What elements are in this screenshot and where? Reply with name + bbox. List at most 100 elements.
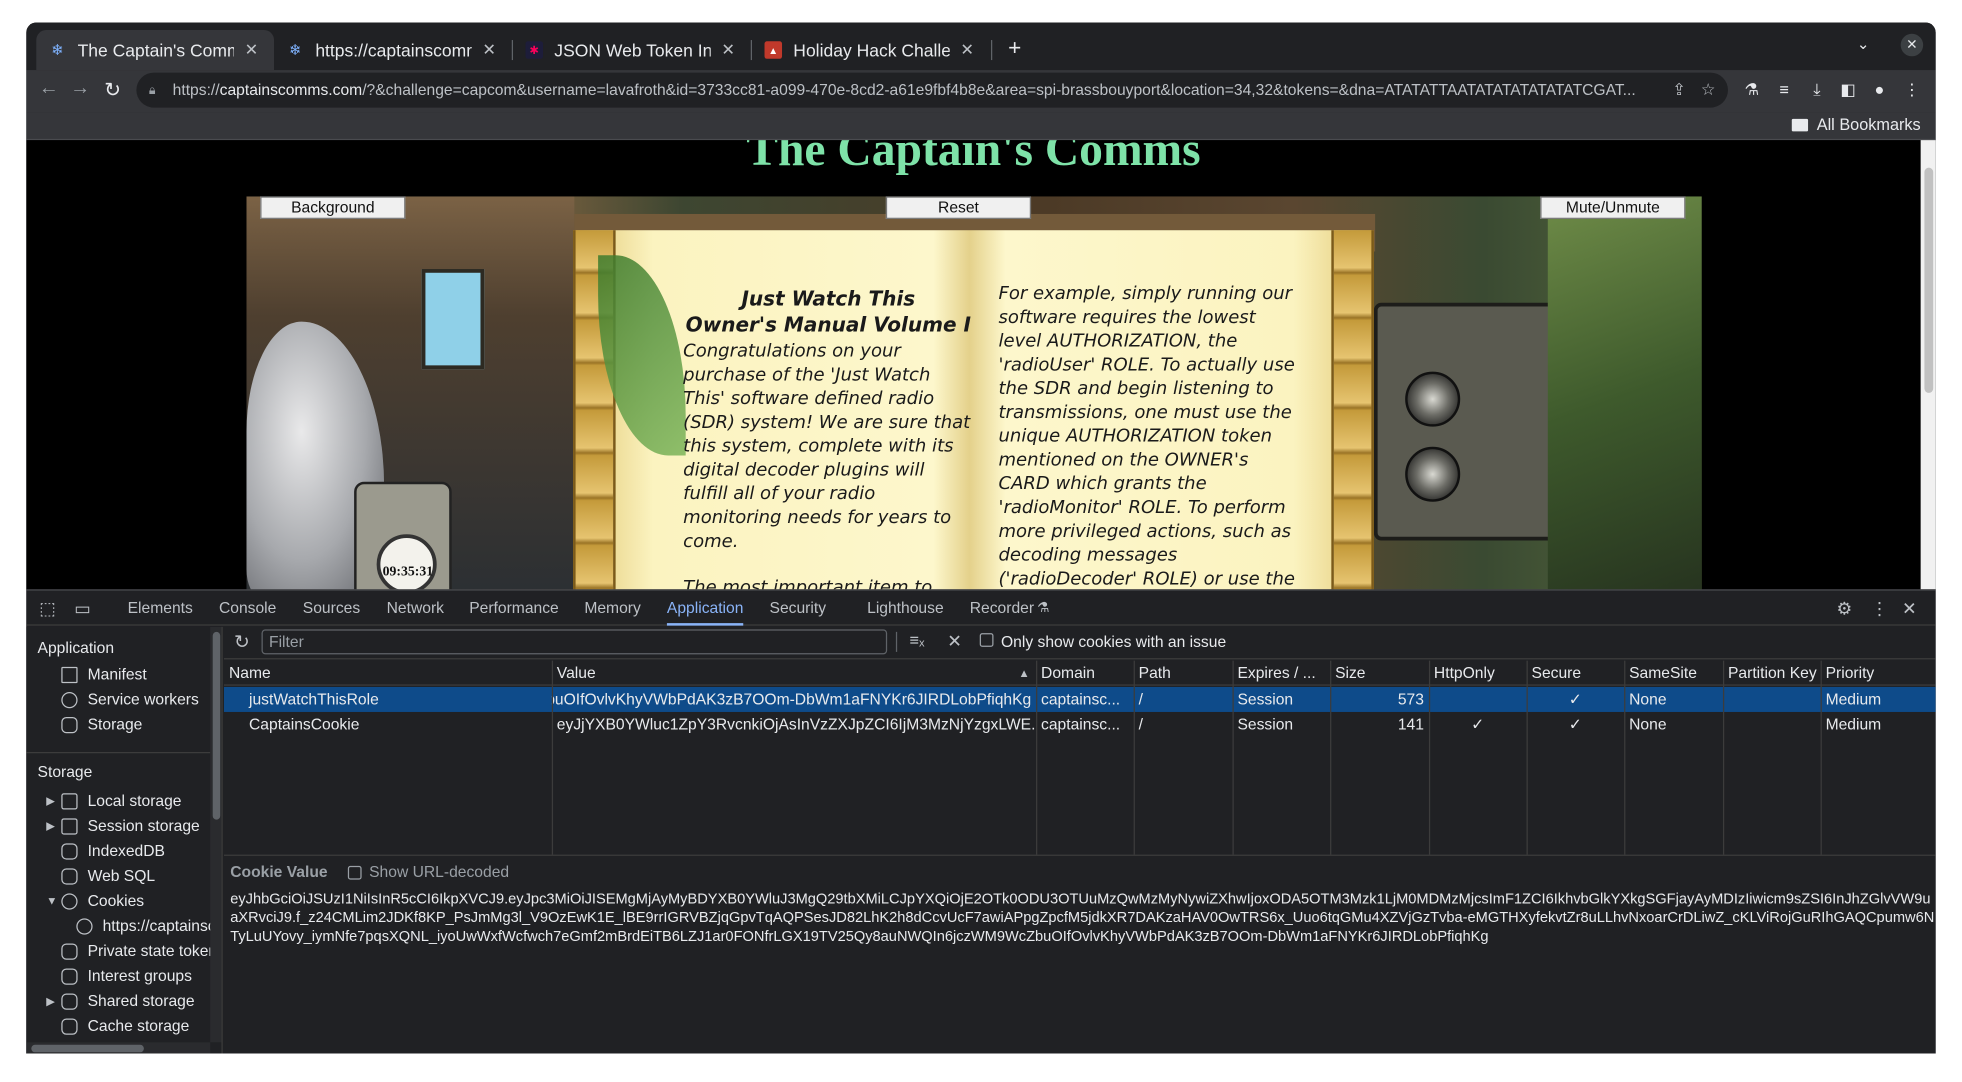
column-divider[interactable] (1428, 660, 1431, 855)
sidebar-item-cookies[interactable]: ▼ Cookies (46, 892, 144, 910)
sidebar-scrollbar-thumb[interactable] (212, 631, 221, 820)
sidebar-hscrollbar-thumb[interactable] (31, 1044, 144, 1053)
bookmark-star-icon[interactable]: ☆ (1701, 80, 1716, 100)
cell-path[interactable]: / (1134, 687, 1233, 712)
column-divider[interactable] (1036, 660, 1038, 855)
col-expires[interactable]: Expires / ... (1232, 661, 1330, 686)
tab-performance[interactable]: Performance (469, 591, 559, 626)
table-row[interactable]: justWatchThisRole cZbuOIfOvlvKhyVWbPdAK3… (223, 686, 1936, 712)
sidebar-item-storage[interactable]: Storage (61, 716, 142, 733)
tab-search-icon[interactable]: ⌄ (1857, 35, 1870, 53)
reload-icon[interactable]: ↻ (100, 78, 125, 103)
back-icon[interactable]: ← (36, 78, 61, 101)
sidebar-item-session-storage[interactable]: ▶ Session storage (46, 817, 199, 835)
cell-size[interactable]: 573 (1330, 687, 1429, 712)
cell-httponly[interactable] (1429, 687, 1527, 712)
profile-icon[interactable]: ● (1868, 80, 1891, 99)
col-samesite[interactable]: SameSite (1624, 661, 1723, 686)
devtools-menu-icon[interactable]: ⋮ (1869, 598, 1889, 619)
cell-expires[interactable]: Session (1232, 687, 1330, 712)
page-scrollbar[interactable] (1920, 140, 1936, 590)
url-text[interactable]: https://captainscomms.com/?&challenge=ca… (173, 81, 1658, 99)
window-close-icon[interactable]: ✕ (1900, 33, 1924, 57)
all-bookmarks-button[interactable]: All Bookmarks (1791, 115, 1921, 134)
new-tab-button[interactable]: + (1002, 35, 1027, 61)
col-httponly[interactable]: HttpOnly (1429, 661, 1527, 686)
sidebar-item-shared-storage[interactable]: ▶ Shared storage (46, 992, 194, 1010)
clear-filtered-icon[interactable]: ≡ₓ (910, 631, 925, 650)
col-name[interactable]: Name (224, 661, 552, 686)
column-divider[interactable] (1820, 660, 1822, 855)
only-issue-checkbox[interactable] (979, 633, 994, 647)
expand-arrow-icon[interactable]: ▶ (46, 794, 55, 808)
media-queue-icon[interactable]: ≡ (1773, 80, 1796, 99)
column-divider[interactable] (551, 660, 554, 855)
cell-partition-key[interactable] (1723, 687, 1821, 712)
show-url-decoded[interactable]: Show URL-decoded (347, 863, 509, 881)
sidebar-item-web-sql[interactable]: Web SQL (61, 867, 155, 885)
sidebar-item-private-state-tokens[interactable]: Private state token (61, 942, 217, 960)
tab-recorder[interactable]: Recorder (970, 591, 1034, 626)
expand-arrow-icon[interactable]: ▶ (46, 819, 55, 833)
background-button[interactable]: Background (260, 196, 406, 219)
close-icon[interactable]: ✕ (241, 40, 261, 60)
settings-gear-icon[interactable]: ⚙ (1834, 598, 1854, 619)
sidebar-scrollbar[interactable] (210, 626, 222, 1043)
inspect-element-icon[interactable]: ⬚ (38, 598, 58, 619)
page-scrollbar-thumb[interactable] (1924, 167, 1934, 393)
show-url-decoded-checkbox[interactable] (347, 865, 362, 880)
tab-network[interactable]: Network (387, 591, 444, 626)
column-divider[interactable] (1526, 660, 1528, 855)
sidebar-item-cache-storage[interactable]: Cache storage (61, 1017, 189, 1035)
cell-value[interactable]: cZbuOIfOvlvKhyVWbPdAK3zB7OOm-DbWm1aFNYKr… (552, 687, 1036, 712)
devtools-close-icon[interactable]: ✕ (1899, 598, 1919, 619)
column-divider[interactable] (1133, 660, 1135, 855)
sidebar-item-service-workers[interactable]: Service workers (61, 691, 199, 708)
tab-security[interactable]: Security (770, 591, 827, 626)
expand-arrow-icon[interactable]: ▶ (46, 994, 55, 1008)
clear-all-icon[interactable]: ✕ (947, 631, 962, 652)
sidebar-item-local-storage[interactable]: ▶ Local storage (46, 792, 181, 810)
cell-partition-key[interactable] (1723, 712, 1821, 737)
cell-domain[interactable]: captainsc... (1036, 687, 1134, 712)
col-size[interactable]: Size (1330, 661, 1429, 686)
col-secure[interactable]: Secure (1527, 661, 1625, 686)
sidebar-item-cookie-origin[interactable]: https://captainsc (76, 917, 216, 935)
close-icon[interactable]: ✕ (479, 40, 499, 60)
cell-secure[interactable]: ✓ (1527, 712, 1625, 737)
side-panel-icon[interactable]: ◧ (1837, 80, 1860, 100)
cell-secure[interactable]: ✓ (1527, 687, 1625, 712)
col-path[interactable]: Path (1134, 661, 1233, 686)
refresh-icon[interactable]: ↻ (234, 631, 250, 653)
tab-application[interactable]: Application (666, 591, 744, 626)
cell-value[interactable]: eyJjYXB0YWluc1ZpY3RvcnkiOjAsInVzZXJpZCI6… (552, 712, 1036, 737)
sidebar-hscrollbar[interactable] (26, 1042, 211, 1054)
tab-jwt-intro[interactable]: ✱ JSON Web Token Introd ✕ (513, 30, 751, 70)
cell-samesite[interactable]: None (1624, 712, 1723, 737)
table-row[interactable]: CaptainsCookie eyJjYXB0YWluc1ZpY3RvcnkiO… (224, 712, 1936, 737)
tab-holiday-hack[interactable]: ▲ Holiday Hack Challeng ✕ (752, 30, 990, 70)
cookie-value-text[interactable]: eyJhbGciOiJSUzI1NiIsInR5cCI6IkpXVCJ9.eyJ… (230, 890, 1934, 946)
column-divider[interactable] (1232, 660, 1234, 855)
cell-httponly[interactable]: ✓ (1429, 712, 1527, 737)
cell-expires[interactable]: Session (1232, 712, 1330, 737)
cell-priority[interactable]: Medium (1821, 712, 1936, 737)
cell-size[interactable]: 141 (1330, 712, 1429, 737)
col-partition-key[interactable]: Partition Key (1723, 661, 1821, 686)
col-value[interactable]: Value (552, 661, 1036, 686)
sidebar-item-manifest[interactable]: Manifest (61, 666, 147, 683)
tab-memory[interactable]: Memory (584, 591, 641, 626)
address-bar[interactable]: 🔒︎ https://captainscomms.com/?&challenge… (136, 72, 1728, 108)
col-priority[interactable]: Priority (1821, 661, 1936, 686)
column-divider[interactable] (1722, 660, 1725, 855)
col-domain[interactable]: Domain (1036, 661, 1134, 686)
mute-unmute-button[interactable]: Mute/Unmute (1540, 196, 1686, 219)
reset-button[interactable]: Reset (885, 196, 1032, 219)
cell-priority[interactable]: Medium (1821, 687, 1936, 712)
device-toolbar-icon[interactable]: ▭ (73, 598, 93, 619)
cell-name[interactable]: CaptainsCookie (244, 712, 552, 737)
tab-sources[interactable]: Sources (303, 591, 360, 626)
forward-icon[interactable]: → (68, 78, 93, 101)
tab-captainscomms-url[interactable]: ❄ https://captainscomms ✕ (274, 30, 512, 70)
sidebar-item-indexeddb[interactable]: IndexedDB (61, 842, 165, 860)
